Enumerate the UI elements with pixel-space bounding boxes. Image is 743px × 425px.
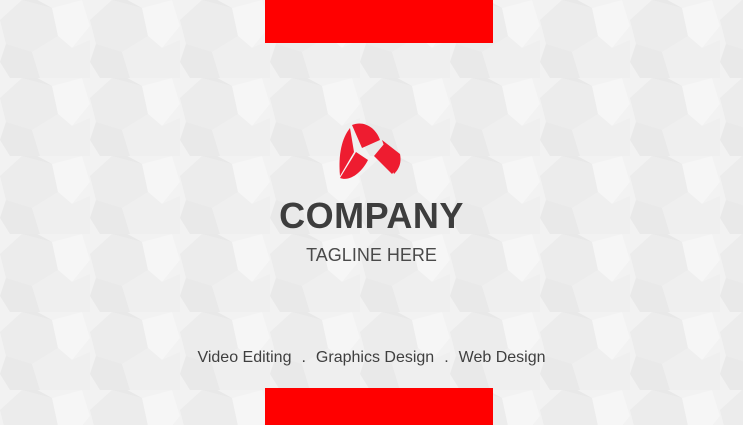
tagline: TAGLINE HERE (306, 245, 437, 265)
services-line: Video Editing. Graphics Design. Web Design (0, 348, 743, 368)
top-red-bar (265, 0, 493, 43)
tri-swirl-logo-icon (339, 123, 401, 179)
service-graphics-design: Graphics Design (315, 349, 435, 366)
bottom-red-bar (265, 388, 493, 425)
company-name: COMPANY (279, 195, 464, 236)
service-separator: . (444, 349, 449, 366)
service-web-design: Web Design (458, 349, 546, 366)
service-separator: . (301, 349, 306, 366)
service-video-editing: Video Editing (197, 349, 292, 366)
